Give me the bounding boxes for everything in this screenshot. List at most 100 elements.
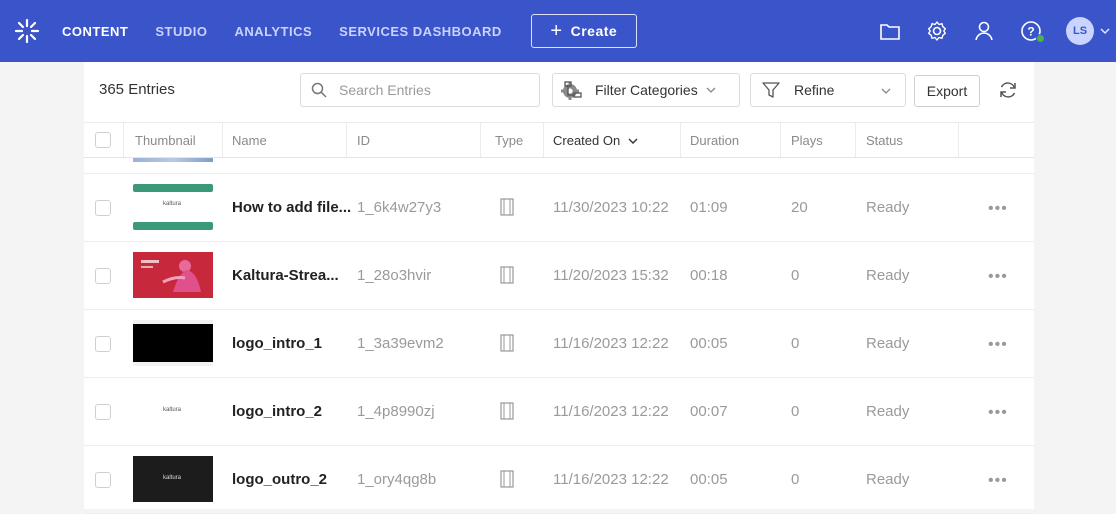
search-box[interactable] bbox=[300, 73, 579, 107]
folder-icon[interactable] bbox=[878, 19, 902, 43]
column-divider bbox=[346, 123, 347, 157]
entry-plays: 0 bbox=[791, 335, 800, 352]
more-actions-icon[interactable]: ••• bbox=[988, 404, 1008, 422]
filter-funnel-icon bbox=[762, 82, 780, 98]
thumbnail-figure-graphic bbox=[133, 252, 213, 298]
row-checkbox[interactable] bbox=[95, 404, 111, 420]
entry-id: 1_28o3hvir bbox=[357, 267, 432, 284]
create-button[interactable]: + Create bbox=[530, 14, 637, 48]
video-type-icon bbox=[500, 402, 514, 420]
column-duration[interactable]: Duration bbox=[690, 133, 739, 148]
entry-status: Ready bbox=[866, 403, 910, 420]
column-name[interactable]: Name bbox=[232, 133, 267, 148]
video-type-icon bbox=[500, 266, 514, 284]
entry-status: Ready bbox=[866, 267, 910, 284]
help-icon[interactable]: ? bbox=[1019, 19, 1045, 43]
table-row[interactable]: kaltura logo_intro_2 1_4p8990zj 11/16/20… bbox=[84, 378, 1034, 446]
create-label: Create bbox=[570, 23, 618, 39]
column-created-on[interactable]: Created On bbox=[553, 133, 638, 148]
row-checkbox[interactable] bbox=[95, 200, 111, 216]
entry-duration: 00:05 bbox=[690, 335, 728, 352]
row-checkbox[interactable] bbox=[95, 472, 111, 488]
column-divider bbox=[222, 123, 223, 157]
column-id[interactable]: ID bbox=[357, 133, 370, 148]
chevron-down-icon bbox=[881, 88, 891, 94]
search-input[interactable] bbox=[339, 82, 499, 98]
filter-categories-button[interactable]: Filter Categories bbox=[552, 73, 740, 107]
thumbnail-logo-text: kaltura bbox=[163, 407, 182, 413]
video-type-icon bbox=[500, 334, 514, 352]
column-divider bbox=[855, 123, 856, 157]
entry-name[interactable]: logo_outro_2 bbox=[232, 471, 327, 488]
search-icon bbox=[311, 82, 327, 98]
table-row[interactable]: kaltura logo_outro_2 1_ory4qg8b 11/16/20… bbox=[84, 446, 1034, 514]
entry-created-on: 11/30/2023 10:22 bbox=[553, 199, 669, 216]
column-divider bbox=[543, 123, 544, 157]
top-navigation: CONTENT STUDIO ANALYTICS SERVICES DASHBO… bbox=[0, 0, 1116, 62]
more-actions-icon[interactable]: ••• bbox=[988, 336, 1008, 354]
entry-created-on: 11/16/2023 12:22 bbox=[553, 335, 669, 352]
user-icon[interactable] bbox=[972, 19, 996, 43]
select-all-checkbox[interactable] bbox=[95, 132, 111, 148]
plus-icon: + bbox=[550, 20, 563, 42]
refine-button[interactable]: Refine bbox=[750, 73, 906, 107]
sort-desc-chevron-icon bbox=[628, 138, 638, 144]
svg-text:?: ? bbox=[1027, 25, 1034, 39]
more-actions-icon[interactable]: ••• bbox=[988, 268, 1008, 286]
entry-status: Ready bbox=[866, 335, 910, 352]
entry-id: 1_4p8990zj bbox=[357, 403, 435, 420]
thumbnail-logo-text: kaltura bbox=[163, 201, 182, 207]
table-row[interactable]: Kaltura-Strea... 1_28o3hvir 11/20/2023 1… bbox=[84, 242, 1034, 310]
table-row[interactable]: logo_intro_1 1_3a39evm2 11/16/2023 12:22… bbox=[84, 310, 1034, 378]
column-divider bbox=[680, 123, 681, 157]
entry-status: Ready bbox=[866, 199, 910, 216]
row-checkbox[interactable] bbox=[95, 336, 111, 352]
nav-content[interactable]: CONTENT bbox=[62, 24, 128, 39]
avatar[interactable]: LS bbox=[1066, 17, 1094, 45]
nav-services-dashboard[interactable]: SERVICES DASHBOARD bbox=[339, 24, 502, 39]
column-divider bbox=[123, 123, 124, 157]
refine-label: Refine bbox=[794, 82, 835, 98]
entry-name[interactable]: How to add file... bbox=[232, 199, 351, 216]
settings-icon[interactable] bbox=[925, 19, 949, 43]
refresh-icon[interactable] bbox=[998, 80, 1018, 100]
entry-name[interactable]: Kaltura-Strea... bbox=[232, 267, 339, 284]
entries-count: 365 Entries bbox=[99, 81, 175, 98]
nav-analytics[interactable]: ANALYTICS bbox=[234, 24, 312, 39]
table-header: Thumbnail Name ID Type Created On Durati… bbox=[84, 122, 1034, 158]
thumbnail bbox=[133, 252, 213, 298]
more-actions-icon[interactable]: ••• bbox=[988, 200, 1008, 218]
row-checkbox[interactable] bbox=[95, 268, 111, 284]
thumbnail: kaltura bbox=[133, 456, 213, 502]
export-button[interactable]: Export bbox=[914, 75, 980, 107]
thumbnail: kaltura bbox=[133, 184, 213, 230]
table-row-partial bbox=[84, 158, 1034, 174]
video-type-icon bbox=[500, 198, 514, 216]
more-actions-icon[interactable]: ••• bbox=[988, 472, 1008, 490]
column-divider bbox=[958, 123, 959, 157]
column-type[interactable]: Type bbox=[495, 133, 523, 148]
column-divider bbox=[780, 123, 781, 157]
category-tree-icon bbox=[564, 81, 582, 98]
table-row[interactable]: kaltura How to add file... 1_6k4w27y3 11… bbox=[84, 174, 1034, 242]
entry-name[interactable]: logo_intro_1 bbox=[232, 335, 322, 352]
entry-duration: 00:05 bbox=[690, 471, 728, 488]
entry-plays: 0 bbox=[791, 403, 800, 420]
thumbnail-logo-text: kaltura bbox=[163, 475, 182, 481]
nav-studio[interactable]: STUDIO bbox=[155, 24, 207, 39]
entry-created-on: 11/16/2023 12:22 bbox=[553, 403, 669, 420]
entry-name[interactable]: logo_intro_2 bbox=[232, 403, 322, 420]
entry-duration: 00:07 bbox=[690, 403, 728, 420]
column-plays[interactable]: Plays bbox=[791, 133, 823, 148]
entry-id: 1_3a39evm2 bbox=[357, 335, 444, 352]
entry-id: 1_6k4w27y3 bbox=[357, 199, 442, 216]
chevron-down-icon[interactable] bbox=[1100, 26, 1110, 36]
filter-categories-label: Filter Categories bbox=[595, 82, 698, 98]
column-divider bbox=[480, 123, 481, 157]
kaltura-logo-icon[interactable] bbox=[8, 12, 46, 50]
entry-id: 1_ory4qg8b bbox=[357, 471, 437, 488]
entry-created-on: 11/16/2023 12:22 bbox=[553, 471, 669, 488]
entry-created-on: 11/20/2023 15:32 bbox=[553, 267, 669, 284]
column-status[interactable]: Status bbox=[866, 133, 903, 148]
column-created-on-label: Created On bbox=[553, 133, 621, 148]
